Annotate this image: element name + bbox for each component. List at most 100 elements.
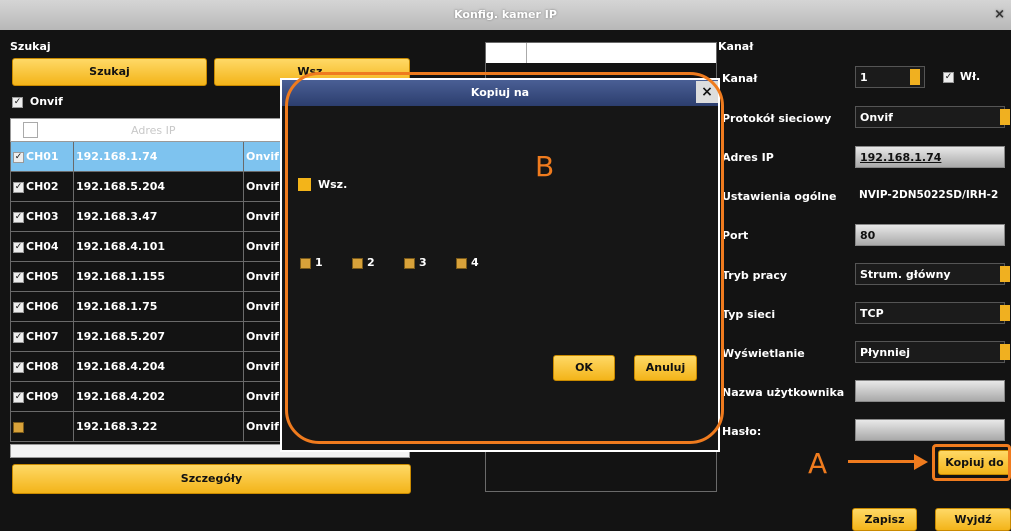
checkbox-checked-icon: ✓ — [13, 391, 24, 403]
work-mode-value: Strum. główny — [860, 268, 951, 281]
channel-name: CH08 — [26, 360, 59, 373]
port-input[interactable]: 80 — [855, 224, 1005, 246]
row-ip: 192.168.3.22 — [73, 412, 243, 442]
network-type-value: TCP — [860, 307, 884, 320]
display-value: Płynniej — [860, 346, 910, 359]
channel-section-label: Kanał — [718, 40, 754, 53]
onvif-checkbox-label: Onvif — [29, 95, 63, 108]
row-ip: 192.168.4.101 — [73, 232, 243, 262]
row-checkbox[interactable]: ✓ CH01 — [13, 150, 59, 163]
checkbox-checked-icon: ✓ — [13, 301, 24, 313]
details-button[interactable]: Szczegóły — [12, 464, 411, 494]
channel-label: Kanał — [722, 72, 758, 85]
checkbox-empty-icon — [13, 421, 24, 433]
annotation-b-label: B — [535, 150, 555, 183]
row-protocol: Onvif — [243, 292, 283, 322]
onvif-checkbox[interactable]: ✓ Onvif — [12, 95, 63, 108]
annotation-a-label: A — [808, 447, 828, 480]
row-checkbox[interactable] — [13, 420, 26, 433]
work-mode-select[interactable]: Strum. główny — [855, 263, 1010, 285]
channel-name: CH07 — [26, 330, 59, 343]
save-button[interactable]: Zapisz — [852, 508, 917, 531]
channel-name: CH03 — [26, 210, 59, 223]
enable-checkbox[interactable]: ✓ Wł. — [943, 70, 980, 83]
exit-button[interactable]: Wyjdź — [935, 508, 1011, 531]
row-protocol: Onvif — [243, 172, 283, 202]
channel-name: CH02 — [26, 180, 59, 193]
protocol-select[interactable]: Onvif — [855, 106, 1010, 128]
window-title: Konfig. kamer IP — [454, 8, 557, 21]
row-protocol: Onvif — [243, 142, 283, 172]
row-ip: 192.168.5.207 — [73, 322, 243, 352]
row-checkbox[interactable]: ✓ CH06 — [13, 300, 59, 313]
row-protocol: Onvif — [243, 322, 283, 352]
row-ip: 192.168.1.75 — [73, 292, 243, 322]
password-label: Hasło: — [722, 425, 762, 438]
username-label: Nazwa użytkownika — [722, 386, 845, 399]
row-ip: 192.168.1.155 — [73, 262, 243, 292]
row-ip: 192.168.4.204 — [73, 352, 243, 382]
checkbox-checked-icon: ✓ — [943, 71, 954, 83]
chevron-down-icon — [1000, 305, 1010, 321]
enable-label: Wł. — [959, 70, 981, 83]
window-close-icon[interactable]: × — [994, 0, 1005, 30]
protocol-value: Onvif — [860, 111, 893, 124]
row-checkbox[interactable]: ✓ CH03 — [13, 210, 59, 223]
row-protocol: Onvif — [243, 352, 283, 382]
checkbox-checked-icon: ✓ — [13, 271, 24, 283]
channel-select[interactable]: 1 — [855, 66, 925, 88]
general-settings-label: Ustawienia ogólne — [722, 190, 837, 203]
network-type-select[interactable]: TCP — [855, 302, 1010, 324]
row-ip: 192.168.3.47 — [73, 202, 243, 232]
window-titlebar: Konfig. kamer IP × — [0, 0, 1011, 30]
row-checkbox[interactable]: ✓ CH07 — [13, 330, 59, 343]
channel-name: CH05 — [26, 270, 59, 283]
work-mode-label: Tryb pracy — [722, 269, 788, 282]
checkbox-checked-icon: ✓ — [12, 96, 23, 108]
row-protocol: Onvif — [243, 202, 283, 232]
annotation-arrow-shaft — [848, 460, 918, 463]
chevron-down-icon — [910, 69, 920, 85]
ip-column-header: Adres IP — [131, 124, 176, 137]
chevron-down-icon — [1000, 344, 1010, 360]
display-select[interactable]: Płynniej — [855, 341, 1010, 363]
row-ip: 192.168.5.204 — [73, 172, 243, 202]
annotation-ring-b — [285, 72, 724, 444]
annotation-box-a — [932, 444, 1011, 481]
network-type-label: Typ sieci — [722, 308, 776, 321]
middle-table-header — [486, 43, 716, 63]
arrow-right-icon — [914, 454, 928, 470]
channel-name: CH09 — [26, 390, 59, 403]
channel-name: CH06 — [26, 300, 59, 313]
row-protocol: Onvif — [243, 382, 283, 412]
username-input[interactable] — [855, 380, 1005, 402]
general-settings-value: NVIP-2DN5022SD/IRH-2 — [859, 189, 999, 201]
row-protocol: Onvif — [243, 262, 283, 292]
row-protocol: Onvif — [243, 412, 283, 442]
channel-name: CH01 — [26, 150, 59, 163]
checkbox-checked-icon: ✓ — [13, 361, 24, 373]
password-input[interactable] — [855, 419, 1005, 441]
checkbox-checked-icon: ✓ — [13, 211, 24, 223]
row-checkbox[interactable]: ✓ CH02 — [13, 180, 59, 193]
row-checkbox[interactable]: ✓ CH05 — [13, 270, 59, 283]
row-checkbox[interactable]: ✓ CH09 — [13, 390, 59, 403]
ip-label: Adres IP — [722, 151, 774, 164]
checkbox-checked-icon: ✓ — [13, 331, 24, 343]
header-checkbox[interactable] — [23, 122, 38, 138]
chevron-down-icon — [1000, 266, 1010, 282]
port-label: Port — [722, 229, 749, 242]
row-ip: 192.168.1.74 — [73, 142, 243, 172]
row-checkbox[interactable]: ✓ CH08 — [13, 360, 59, 373]
checkbox-checked-icon: ✓ — [13, 151, 24, 163]
row-ip: 192.168.4.202 — [73, 382, 243, 412]
search-section-label: Szukaj — [10, 40, 51, 53]
chevron-down-icon — [1000, 109, 1010, 125]
header-divider — [526, 43, 527, 63]
channel-name: CH04 — [26, 240, 59, 253]
channel-value: 1 — [860, 71, 868, 84]
search-button[interactable]: Szukaj — [12, 58, 207, 86]
row-checkbox[interactable]: ✓ CH04 — [13, 240, 59, 253]
protocol-label: Protokół sieciowy — [722, 112, 832, 125]
ip-input[interactable]: 192.168.1.74 — [855, 146, 1005, 168]
